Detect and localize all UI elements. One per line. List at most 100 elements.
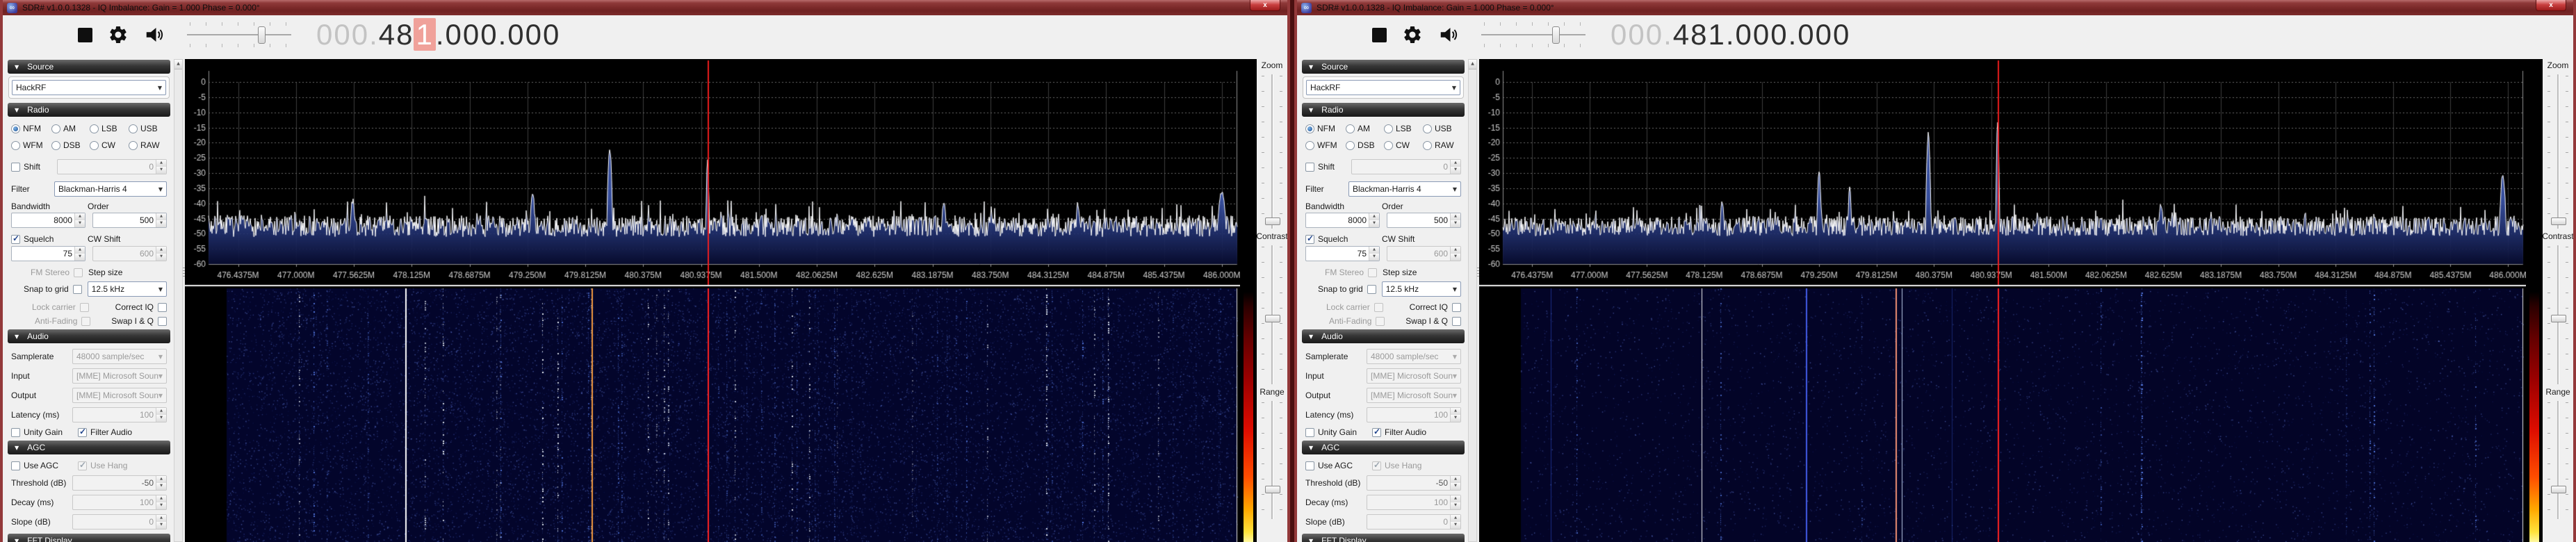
snap-checkbox[interactable] — [73, 285, 82, 294]
swap-iq-checkbox[interactable] — [158, 317, 167, 326]
frequency-dim-digits[interactable]: 000. — [316, 18, 379, 51]
mode-cw[interactable]: CW — [1384, 140, 1423, 150]
mode-lsb[interactable]: LSB — [90, 124, 129, 133]
mode-raw[interactable]: RAW — [1423, 140, 1454, 150]
spectrum-display[interactable] — [1479, 59, 2526, 542]
mode-am[interactable]: AM — [51, 124, 90, 133]
source-device-dropdown[interactable]: HackRF▼ — [12, 80, 166, 95]
titlebar[interactable]: ∞ SDR# v1.0.0.1328 - IQ Imbalance: Gain … — [3, 0, 1287, 15]
squelch-checkbox[interactable] — [1305, 235, 1314, 244]
zoom-slider[interactable] — [2548, 74, 2568, 229]
contrast-slider[interactable] — [1262, 245, 1282, 384]
bandwidth-spinner[interactable]: 8000▲▼ — [11, 213, 85, 228]
fft-display-panel-header[interactable]: ▼FFT Display — [8, 534, 170, 542]
squelch-spinner[interactable]: 75▲▼ — [11, 246, 85, 261]
mode-dsb[interactable]: DSB — [1346, 140, 1384, 150]
mode-raw[interactable]: RAW — [129, 140, 160, 150]
source-device-dropdown[interactable]: HackRF▼ — [1306, 80, 1460, 95]
order-spinner[interactable]: 500▲▼ — [1387, 213, 1461, 228]
zoom-slider[interactable] — [1262, 74, 1282, 229]
volume-thumb[interactable] — [258, 26, 266, 44]
audio-panel-header[interactable]: ▼Audio — [8, 329, 170, 343]
volume-thumb[interactable] — [1552, 26, 1560, 44]
correct-iq-checkbox[interactable] — [1452, 303, 1461, 312]
audio-mute-button[interactable] — [144, 24, 165, 45]
settings-button[interactable] — [1402, 24, 1423, 45]
filter-dropdown[interactable]: Blackman-Harris 4▼ — [1348, 181, 1461, 197]
agc-panel-header[interactable]: ▼AGC — [1302, 441, 1465, 454]
agc-panel-header[interactable]: ▼AGC — [8, 441, 170, 454]
mode-wfm[interactable]: WFM — [11, 140, 51, 150]
squelch-toggle[interactable]: Squelch — [1305, 234, 1382, 244]
unity-gain-checkbox[interactable] — [1305, 428, 1314, 437]
menu-icon[interactable] — [1333, 26, 1357, 44]
frequency-display[interactable]: 000.481.000.000 — [1611, 18, 1850, 51]
sidebar-scrollbar[interactable]: ▲ — [1468, 59, 1477, 542]
step-size-dropdown[interactable]: 12.5 kHz▼ — [1382, 281, 1461, 297]
mode-nfm[interactable]: NFM — [11, 124, 51, 133]
spectrum-display[interactable] — [185, 59, 1240, 542]
shift-checkbox[interactable] — [1305, 163, 1314, 172]
titlebar[interactable]: ∞ SDR# v1.0.0.1328 - IQ Imbalance: Gain … — [1297, 0, 2573, 15]
filter-dropdown[interactable]: Blackman-Harris 4▼ — [54, 181, 167, 197]
frequency-dim-digits[interactable]: 000. — [1611, 18, 1673, 51]
settings-button[interactable] — [108, 24, 129, 45]
fft-display-panel-header[interactable]: ▼FFT Display — [1302, 534, 1465, 542]
range-slider[interactable] — [1262, 401, 1282, 519]
stop-button[interactable] — [1372, 28, 1387, 42]
close-button[interactable]: x — [1250, 0, 1280, 11]
contrast-slider-thumb[interactable] — [2551, 315, 2566, 322]
close-button[interactable]: x — [2536, 0, 2566, 11]
frequency-digits[interactable]: 48 — [379, 18, 414, 51]
mode-am[interactable]: AM — [1346, 124, 1384, 133]
menu-icon[interactable] — [39, 26, 63, 44]
spectrum-waterfall-canvas[interactable] — [1479, 59, 2526, 542]
audio-mute-button[interactable] — [1438, 24, 1459, 45]
sidebar-scrollbar[interactable]: ▲ — [174, 59, 183, 542]
step-size-dropdown[interactable]: 12.5 kHz▼ — [88, 281, 167, 297]
snap-checkbox[interactable] — [1367, 285, 1376, 294]
filter-audio-checkbox[interactable] — [1372, 428, 1381, 437]
mode-wfm[interactable]: WFM — [1305, 140, 1346, 150]
order-spinner[interactable]: 500▲▼ — [92, 213, 167, 228]
volume-slider[interactable] — [1481, 21, 1585, 49]
shift-checkbox[interactable] — [11, 163, 20, 172]
frequency-digits[interactable]: .000.000 — [436, 18, 561, 51]
contrast-slider[interactable] — [2548, 245, 2568, 384]
frequency-highlighted-digit[interactable]: 1 — [414, 18, 435, 51]
radio-panel-header[interactable]: ▼Radio — [8, 103, 170, 117]
bandwidth-spinner[interactable]: 8000▲▼ — [1305, 213, 1380, 228]
mode-lsb[interactable]: LSB — [1384, 124, 1423, 133]
mode-usb[interactable]: USB — [129, 124, 158, 133]
source-panel-header[interactable]: ▼Source — [8, 60, 170, 74]
use-agc-checkbox[interactable] — [11, 461, 20, 470]
correct-iq-checkbox[interactable] — [158, 303, 167, 312]
contrast-slider-thumb[interactable] — [1265, 315, 1280, 322]
stop-button[interactable] — [78, 28, 92, 42]
volume-slider[interactable] — [187, 21, 291, 49]
unity-gain-checkbox[interactable] — [11, 428, 20, 437]
squelch-toggle[interactable]: Squelch — [11, 234, 88, 244]
source-panel-header[interactable]: ▼Source — [1302, 60, 1465, 74]
squelch-spinner[interactable]: 75▲▼ — [1305, 246, 1380, 261]
spectrum-waterfall-canvas[interactable] — [185, 59, 1240, 542]
zoom-slider-thumb[interactable] — [1265, 217, 1280, 225]
range-slider-thumb[interactable] — [2551, 486, 2566, 493]
frequency-display[interactable]: 000.481.000.000 — [316, 18, 560, 51]
audio-panel-header[interactable]: ▼Audio — [1302, 329, 1465, 343]
use-agc-checkbox[interactable] — [1305, 461, 1314, 470]
filter-audio-checkbox[interactable] — [78, 428, 87, 437]
mode-cw[interactable]: CW — [90, 140, 129, 150]
range-slider-thumb[interactable] — [1265, 486, 1280, 493]
swap-iq-checkbox[interactable] — [1452, 317, 1461, 326]
frequency-digits[interactable]: 481.000.000 — [1673, 18, 1851, 51]
range-slider[interactable] — [2548, 401, 2568, 519]
squelch-checkbox[interactable] — [11, 235, 20, 244]
scroll-up-icon[interactable]: ▲ — [174, 60, 182, 69]
radio-panel-header[interactable]: ▼Radio — [1302, 103, 1465, 117]
mode-dsb[interactable]: DSB — [51, 140, 90, 150]
mode-nfm[interactable]: NFM — [1305, 124, 1346, 133]
zoom-slider-thumb[interactable] — [2551, 217, 2566, 225]
scroll-up-icon[interactable]: ▲ — [1469, 60, 1476, 69]
mode-usb[interactable]: USB — [1423, 124, 1452, 133]
